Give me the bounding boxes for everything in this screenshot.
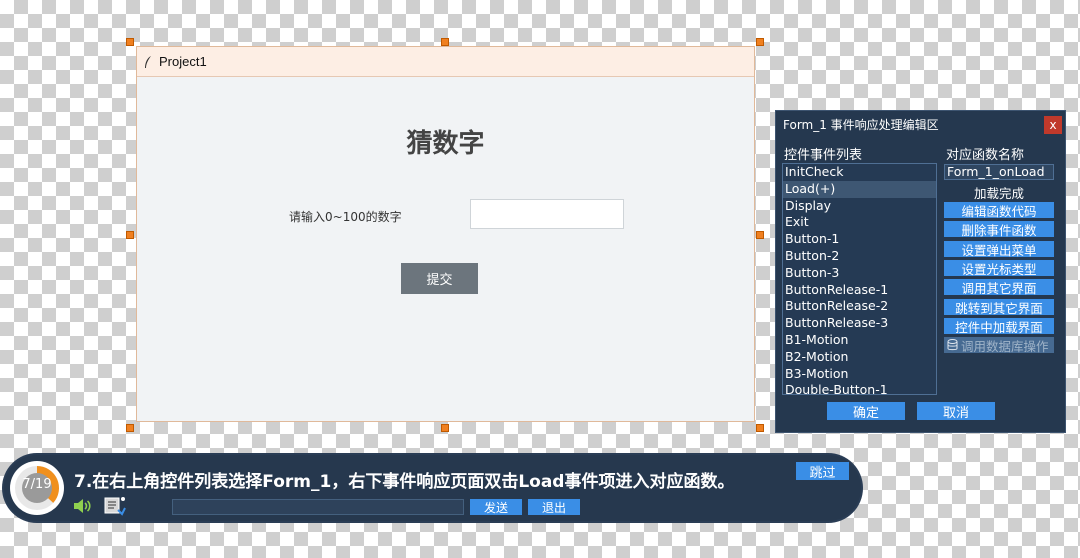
form-heading: 猜数字 (406, 129, 485, 159)
event-item-exit[interactable]: Exit (783, 214, 936, 231)
set-popup-menu-button[interactable]: 设置弹出菜单 (944, 241, 1054, 258)
database-icon (947, 339, 958, 351)
database-operation-button[interactable]: 调用数据库操作 (944, 337, 1054, 354)
tutorial-instruction: 7.在右上角控件列表选择Form_1，右下事件响应页面双击Load事件项进入对应… (74, 472, 735, 492)
delete-event-function-button[interactable]: 删除事件函数 (944, 221, 1054, 238)
exit-button[interactable]: 退出 (528, 499, 580, 515)
event-item-display[interactable]: Display (783, 198, 936, 215)
jump-to-other-view-button[interactable]: 跳转到其它界面 (944, 299, 1054, 316)
edit-function-code-button[interactable]: 编辑函数代码 (944, 202, 1054, 219)
resize-handle-top-left[interactable] (126, 38, 134, 46)
resize-handle-bottom-center[interactable] (441, 424, 449, 432)
resize-handle-bottom-right[interactable] (756, 424, 764, 432)
form-titlebar: Project1 (137, 47, 754, 77)
submit-button[interactable]: 提交 (401, 263, 478, 294)
event-item-load[interactable]: Load(+) (783, 180, 936, 198)
send-button[interactable]: 发送 (470, 499, 522, 515)
event-item-buttonrelease-3[interactable]: ButtonRelease-3 (783, 315, 936, 332)
event-list[interactable]: InitCheck Load(+) Display Exit Button-1 … (782, 163, 937, 395)
cancel-button[interactable]: 取消 (917, 402, 995, 421)
event-item-button-1[interactable]: Button-1 (783, 231, 936, 248)
resize-handle-middle-left[interactable] (126, 231, 134, 239)
event-item-button-3[interactable]: Button-3 (783, 265, 936, 282)
message-input[interactable] (172, 499, 464, 515)
feather-icon (145, 55, 151, 68)
event-item-button-2[interactable]: Button-2 (783, 248, 936, 265)
form-prompt-label: 请输入0~100的数字 (289, 210, 402, 224)
panel-title: Form_1 事件响应处理编辑区 (783, 118, 939, 132)
event-item-buttonrelease-1[interactable]: ButtonRelease-1 (783, 282, 936, 299)
load-status-text: 加载完成 (973, 186, 1024, 201)
set-cursor-type-button[interactable]: 设置光标类型 (944, 260, 1054, 277)
event-item-b2-motion[interactable]: B2-Motion (783, 349, 936, 366)
speaker-icon[interactable] (72, 498, 92, 514)
event-list-header: 控件事件列表 (784, 148, 863, 163)
form-title: Project1 (159, 54, 207, 69)
skip-button[interactable]: 跳过 (796, 462, 849, 481)
resize-handle-bottom-left[interactable] (126, 424, 134, 432)
design-form-window[interactable]: Project1 猜数字 请输入0~100的数字 提交 (136, 46, 755, 422)
close-button[interactable]: x (1044, 116, 1062, 134)
event-item-buttonrelease-2[interactable]: ButtonRelease-2 (783, 298, 936, 315)
resize-handle-top-right[interactable] (756, 38, 764, 46)
ok-button[interactable]: 确定 (827, 402, 905, 421)
progress-text: 7/19 (22, 477, 52, 492)
number-input[interactable] (470, 199, 624, 229)
load-view-in-control-button[interactable]: 控件中加载界面 (944, 318, 1054, 335)
event-item-b3-motion[interactable]: B3-Motion (783, 366, 936, 383)
function-name-header: 对应函数名称 (946, 148, 1025, 163)
event-editor-panel: Form_1 事件响应处理编辑区 x 控件事件列表 对应函数名称 InitChe… (775, 110, 1066, 433)
book-icon[interactable] (104, 496, 126, 516)
call-other-view-button[interactable]: 调用其它界面 (944, 279, 1054, 296)
event-item-b1-motion[interactable]: B1-Motion (783, 332, 936, 349)
function-name-field[interactable]: Form_1_onLoad (944, 164, 1054, 180)
tutorial-bar: 7/19 7.在右上角控件列表选择Form_1，右下事件响应页面双击Load事件… (4, 455, 861, 521)
resize-handle-middle-right[interactable] (756, 231, 764, 239)
resize-handle-top-center[interactable] (441, 38, 449, 46)
database-operation-label: 调用数据库操作 (961, 338, 1049, 354)
event-item-initcheck[interactable]: InitCheck (783, 164, 936, 181)
event-item-double-button-1[interactable]: Double-Button-1 (783, 382, 936, 394)
